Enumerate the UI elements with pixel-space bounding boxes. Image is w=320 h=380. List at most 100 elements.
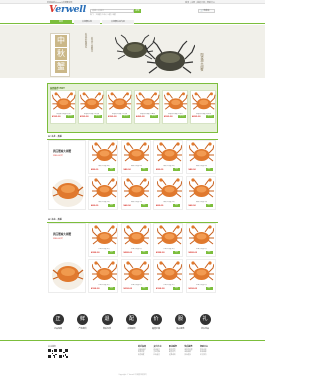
product-card[interactable]: 精品大闸蟹 4两 ¥88.00 购买 xyxy=(185,140,216,174)
product-card[interactable]: 精品大闸蟹 3两 ¥68.00 购买 xyxy=(185,176,216,210)
product-card[interactable]: 礼盒大闸蟹 6只 ¥198.00 购买 xyxy=(88,259,118,293)
product-card[interactable]: 精品大闸蟹 4两 ¥88.00 购买 xyxy=(120,140,151,174)
product-name: 精品大闸蟹 3两 xyxy=(163,202,175,203)
product-buy-button[interactable]: 购买 xyxy=(173,251,180,254)
feature-item[interactable]: 服贴心服务 xyxy=(172,314,190,330)
product-buy-button[interactable]: 购买 xyxy=(108,287,115,290)
product-buy-button[interactable]: 购买 xyxy=(173,204,180,207)
promo-item-price: ¥699.00 xyxy=(192,115,201,118)
nav-item-home[interactable]: 首页 xyxy=(50,19,72,24)
cart-button[interactable]: 🛒 购物车 xyxy=(198,8,215,13)
product-card[interactable]: 礼盒大闸蟹 8只 ¥288.00 购买 xyxy=(120,223,151,257)
product-buy-button[interactable]: 购买 xyxy=(108,251,115,254)
footer-link[interactable]: 会员制度 xyxy=(138,355,152,358)
feature-item[interactable]: 价超值价格 xyxy=(147,314,165,330)
feature-label: 冷链配送 xyxy=(127,327,136,330)
footer-column: 帮助中心 常见问题 联系客服 关于我们 xyxy=(200,345,214,358)
crab-product-icon xyxy=(124,142,149,162)
logo-text: erwell xyxy=(55,4,86,15)
nav-item-giftbox[interactable]: 大闸蟹礼盒专区 xyxy=(102,19,134,24)
promo-item[interactable]: 阳澄湖大闸蟹 尊享装 ¥699.00 立即购买 xyxy=(190,90,216,124)
footer-column-head: 配送服务 xyxy=(169,346,178,348)
feature-item[interactable]: 配冷链配送 xyxy=(123,314,141,330)
promo-item[interactable]: 阳澄湖大闸蟹 公母对 ¥599.00 立即购买 xyxy=(162,90,188,124)
crab-product-icon xyxy=(192,91,216,110)
promo-item[interactable]: 阳澄湖大闸蟹 10只装 ¥299.00 立即购买 xyxy=(78,90,104,124)
search-input[interactable]: 请输入关键字 xyxy=(90,8,134,13)
product-name: 精品大闸蟹 4两 xyxy=(163,166,175,167)
search-button[interactable]: 搜索 xyxy=(134,8,141,13)
product-buy-button[interactable]: 购买 xyxy=(173,168,180,171)
product-card[interactable]: 礼盒大闸蟹 6只 ¥198.00 购买 xyxy=(153,259,183,293)
product-buy-button[interactable]: 购买 xyxy=(108,168,115,171)
section-feature-card-2[interactable]: 周庄蟹城大闸蟹 ¥88.00/只 xyxy=(48,223,86,293)
product-card[interactable]: 礼盒大闸蟹 8只 ¥288.00 购买 xyxy=(185,223,216,257)
product-buy-button[interactable]: 购买 xyxy=(205,287,213,290)
nav-item-coupons[interactable]: 大闸蟹礼券 xyxy=(74,19,100,24)
feature-icon: 价 xyxy=(150,314,162,325)
promo-item[interactable]: 阳澄湖大闸蟹 礼盒装 ¥499.00 立即购买 xyxy=(134,90,160,124)
product-price: ¥68.00 xyxy=(123,204,131,207)
product-buy-button[interactable]: 购买 xyxy=(140,204,148,207)
product-name: 精品大闸蟹 3两 xyxy=(98,202,110,203)
account-links[interactable]: 登录 | 注册 | 我的订单 | 帮助中心 xyxy=(185,1,215,4)
feature-card-title: 周庄蟹城大闸蟹 xyxy=(53,150,72,153)
product-card[interactable]: 礼盒大闸蟹 6只 ¥198.00 购买 xyxy=(185,259,216,293)
product-card[interactable]: 精品大闸蟹 3两 ¥68.00 购买 xyxy=(153,176,183,210)
product-buy-button[interactable]: 购买 xyxy=(140,287,148,290)
crab-product-icon xyxy=(91,225,117,245)
promo-buy-button[interactable]: 立即购买 xyxy=(205,115,214,118)
seal-char-3: 蟹 xyxy=(55,61,67,73)
feature-item[interactable]: 退售后无忧 xyxy=(98,314,116,330)
hot-words[interactable]: 热门： 大闸蟹 | 礼券 | 公蟹 | 母蟹 xyxy=(90,14,116,16)
promo-item[interactable]: 阳澄湖大闸蟹 12只装 ¥399.00 立即购买 xyxy=(106,90,132,124)
product-card[interactable]: 礼盒大闸蟹 6只 ¥198.00 购买 xyxy=(120,259,151,293)
product-card[interactable]: 精品大闸蟹 3两 ¥68.00 购买 xyxy=(88,176,118,210)
product-card[interactable]: 精品大闸蟹 3两 ¥68.00 购买 xyxy=(120,176,151,210)
cart-label: 购物车 xyxy=(203,9,210,12)
footer-link[interactable]: 投诉建议 xyxy=(185,355,199,358)
promo-item-price: ¥299.00 xyxy=(80,115,89,118)
promo-item-price: ¥399.00 xyxy=(108,115,117,118)
promo-item[interactable]: 阳澄湖大闸蟹 8只装 ¥199.00 立即购买 xyxy=(50,90,76,124)
product-price: ¥88.00 xyxy=(123,168,131,171)
promo-buy-button[interactable]: 立即购买 xyxy=(93,115,102,118)
product-buy-button[interactable]: 购买 xyxy=(108,204,115,207)
footer-column: 支付方式 在线支付 货到付款 礼券支付 xyxy=(154,345,168,358)
footer-link[interactable]: 关于我们 xyxy=(200,355,214,358)
section-feature-card-1[interactable]: 周庄蟹城大闸蟹 ¥88.00/只 xyxy=(48,140,86,210)
crab-product-icon xyxy=(80,91,104,110)
crab-product-icon xyxy=(156,225,182,245)
footer-link[interactable]: 运费说明 xyxy=(169,355,183,358)
product-buy-button[interactable]: 购买 xyxy=(205,251,213,254)
promo-buy-button[interactable]: 立即购买 xyxy=(177,115,186,118)
product-buy-button[interactable]: 购买 xyxy=(173,287,180,290)
promo-buy-button[interactable]: 立即购买 xyxy=(65,115,74,118)
product-buy-button[interactable]: 购买 xyxy=(205,168,213,171)
hero-banner[interactable]: 中 秋 蟹 秋风起 蟹脚痒 菊花开 闻蟹来 阳澄湖大闸蟹 xyxy=(0,25,265,78)
promo-buy-button[interactable]: 立即购买 xyxy=(149,115,158,118)
footer-column-head: 新手指南 xyxy=(138,346,147,348)
product-card[interactable]: 礼盒大闸蟹 8只 ¥288.00 购买 xyxy=(153,223,183,257)
footer-link[interactable]: 礼券支付 xyxy=(154,355,168,358)
product-buy-button[interactable]: 购买 xyxy=(205,204,213,207)
feature-item[interactable]: 鲜产地直供 xyxy=(74,314,92,330)
product-name: 精品大闸蟹 4两 xyxy=(130,166,143,167)
promo-buy-button[interactable]: 立即购买 xyxy=(121,115,130,118)
product-card[interactable]: 精品大闸蟹 4两 ¥88.00 购买 xyxy=(153,140,183,174)
service-features: 正正品保障鲜产地直供退售后无忧配冷链配送价超值价格服贴心服务礼送礼佳品 xyxy=(47,314,218,336)
product-card[interactable]: 礼盒大闸蟹 8只 ¥288.00 购买 xyxy=(88,223,118,257)
product-buy-button[interactable]: 购买 xyxy=(140,168,148,171)
crab-product-icon xyxy=(108,91,132,110)
product-buy-button[interactable]: 购买 xyxy=(140,251,148,254)
product-price: ¥68.00 xyxy=(156,204,164,207)
product-name: 礼盒大闸蟹 6只 xyxy=(130,285,143,286)
logo[interactable]: Verwell xyxy=(49,5,86,15)
feature-item[interactable]: 礼送礼佳品 xyxy=(196,314,214,330)
qr-code-icon[interactable] xyxy=(59,349,68,358)
product-name: 礼盒大闸蟹 8只 xyxy=(130,249,143,250)
feature-item[interactable]: 正正品保障 xyxy=(49,314,67,330)
qr-code-icon[interactable] xyxy=(48,349,57,358)
product-card[interactable]: 精品大闸蟹 4两 ¥88.00 购买 xyxy=(88,140,118,174)
main-nav: 首页 大闸蟹礼券 大闸蟹礼盒专区 xyxy=(0,19,265,24)
